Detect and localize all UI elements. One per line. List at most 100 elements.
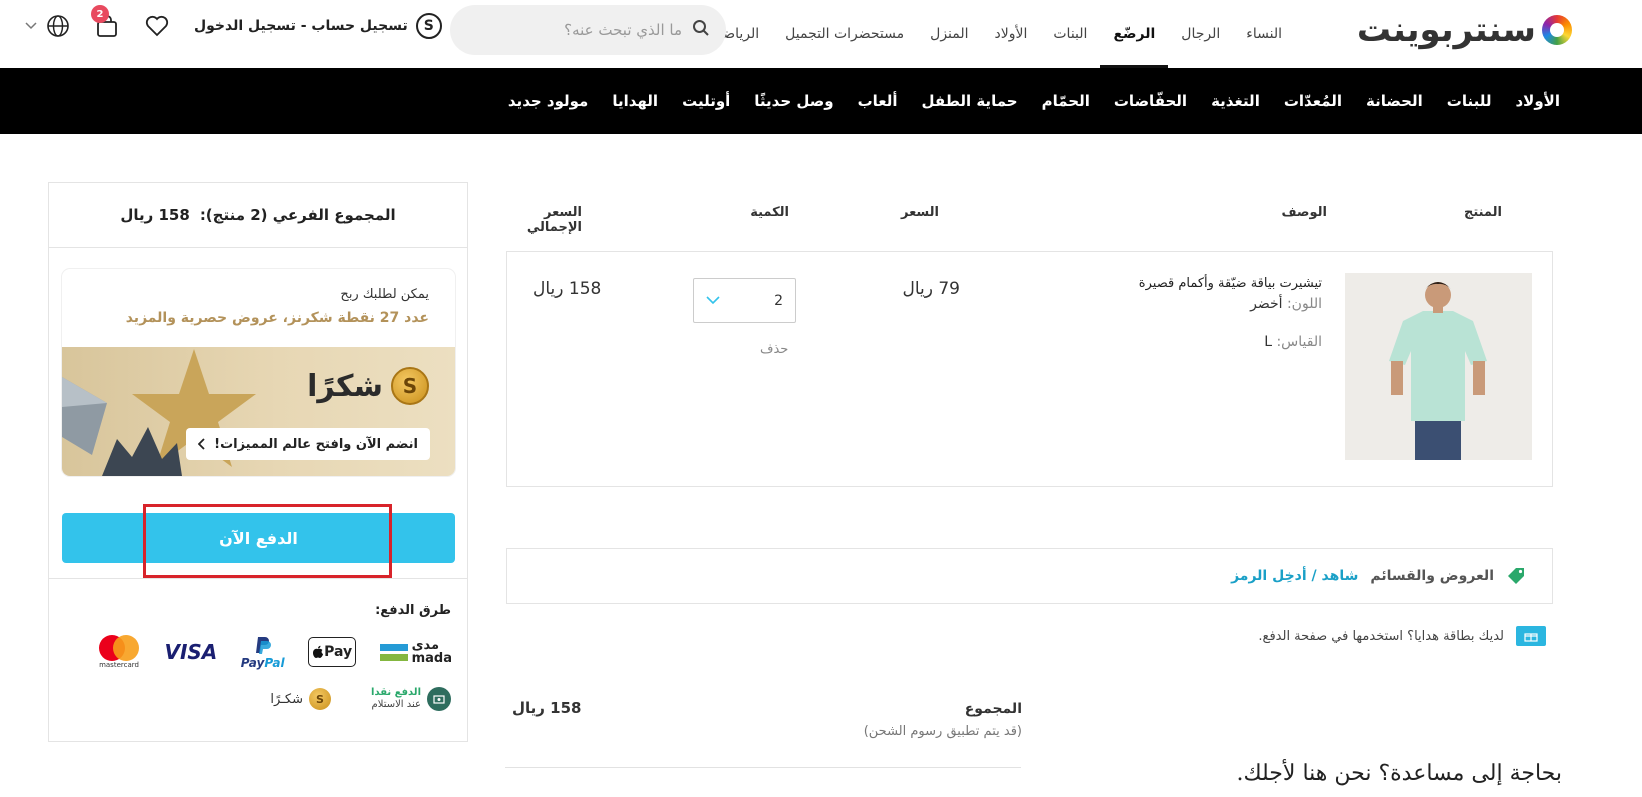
- total-label: المجموع: [964, 701, 1022, 717]
- language-button[interactable]: [44, 12, 72, 40]
- logo-text: سنتربوينت: [1356, 10, 1537, 50]
- product-color-label: اللون:: [1286, 296, 1322, 312]
- globe-icon: [47, 15, 69, 37]
- category-diapers[interactable]: الحفّاضات: [1102, 92, 1199, 110]
- shokran-logo: S شكرًا: [307, 367, 429, 405]
- order-summary-panel: المجموع الفرعي (2 منتج): 158 ريال يمكن ل…: [48, 182, 468, 742]
- dept-girls[interactable]: البنات: [1040, 0, 1100, 68]
- search-box: [450, 5, 726, 55]
- cart-item-row: تيشيرت بياقة ضيّقة وأكمام قصيرة اللون: أ…: [506, 251, 1553, 487]
- shokran-payment-text: شكـرًا: [270, 691, 304, 707]
- apple-pay-logo: Pay: [308, 637, 357, 667]
- product-photo: [1345, 273, 1532, 460]
- shokran-payment: S شكـرًا: [270, 688, 332, 710]
- column-product: المنتج: [1463, 205, 1502, 220]
- search-input[interactable]: [466, 21, 682, 39]
- chevron-left-icon: [198, 438, 205, 450]
- category-toys[interactable]: ألعاب: [846, 92, 910, 110]
- chevron-down-icon: [25, 22, 37, 30]
- mada-logo: مدى mada: [379, 639, 452, 666]
- payment-logos: mastercard VISA PayPal Pay مدى mada: [97, 635, 452, 669]
- heart-icon: [145, 15, 169, 37]
- gift-card-text: لديك بطاقة هدايا؟ استخدمها في صفحة الدفع…: [1258, 628, 1504, 644]
- promo-code-link[interactable]: شاهد / أدخِل الرمز: [1231, 568, 1358, 584]
- top-header: سنتربوينت النساء الرجال الرضّع البنات ال…: [0, 0, 1642, 68]
- column-price: السعر: [901, 205, 939, 220]
- quantity-value: 2: [774, 292, 783, 309]
- category-boys[interactable]: الأولاد: [1503, 92, 1572, 110]
- mastercard-text: mastercard: [99, 661, 139, 669]
- cart-table-header: المنتج الوصف السعر الكمية السعر الإجمالي: [492, 205, 1502, 235]
- category-girls[interactable]: للبنات: [1435, 92, 1504, 110]
- reward-intro: يمكن لطلبك ربح: [340, 287, 429, 302]
- gift-icon: [1516, 626, 1546, 646]
- product-size: القياس: L: [1264, 334, 1322, 350]
- total-value: 158 ريال: [512, 699, 582, 717]
- shokran-rewards-card: يمكن لطلبك ربح عدد 27 نقطة شكرنز، عروض ح…: [62, 269, 455, 476]
- dept-baby[interactable]: الرضّع: [1100, 0, 1169, 68]
- reward-points: عدد 27 نقطة شكرنز، عروض حصرية والمزيد: [125, 310, 429, 326]
- join-label: انضم الآن وافتح عالم المميزات!: [214, 436, 418, 452]
- dept-men[interactable]: الرجال: [1168, 0, 1233, 68]
- product-title[interactable]: تيشيرت بياقة ضيّقة وأكمام قصيرة: [1139, 276, 1322, 291]
- cart-count-badge: 2: [91, 5, 109, 23]
- dept-women[interactable]: النساء: [1233, 0, 1295, 68]
- quantity-select[interactable]: 2: [693, 278, 796, 323]
- cart-button[interactable]: 2: [91, 5, 121, 40]
- dept-beauty[interactable]: مستحضرات التجميل: [772, 0, 917, 68]
- category-feeding[interactable]: التغذية: [1199, 92, 1272, 110]
- product-color: اللون: أخضر: [1250, 296, 1322, 312]
- category-baby-safety[interactable]: حماية الطفل: [910, 92, 1030, 110]
- category-newborn[interactable]: مولود جديد: [496, 92, 600, 110]
- help-heading: بحاجة إلى مساعدة؟ نحن هنا لأجلك.: [1236, 761, 1562, 786]
- shokran-coin-icon: S: [415, 13, 442, 39]
- join-shokran-button[interactable]: انضم الآن وافتح عالم المميزات!: [186, 428, 430, 460]
- promo-row: العروض والقسائم شاهد / أدخِل الرمز: [506, 548, 1553, 604]
- category-bath[interactable]: الحمّام: [1030, 92, 1102, 110]
- dept-boys[interactable]: الأولاد: [982, 0, 1041, 68]
- mastercard-logo: mastercard: [97, 635, 141, 669]
- category-bar: الأولاد للبنات الحضانة المُعدّات التغذية…: [0, 68, 1642, 134]
- chevron-down-icon: [706, 296, 720, 305]
- shokran-coin-icon: S: [309, 688, 332, 710]
- category-outlet[interactable]: أوتليت: [670, 92, 742, 110]
- payment-methods-label: طرق الدفع:: [375, 603, 451, 618]
- product-image[interactable]: [1345, 273, 1532, 460]
- account-link[interactable]: S تسجيل حساب - تسجيل الدخول: [194, 12, 442, 40]
- total-divider: [505, 767, 1021, 768]
- remove-item-link[interactable]: حذف: [760, 342, 788, 357]
- category-new-arrivals[interactable]: وصل حديثًا: [742, 92, 845, 110]
- category-gifts[interactable]: الهدايا: [600, 92, 670, 110]
- search-icon[interactable]: [692, 19, 710, 41]
- promo-label: العروض والقسائم: [1370, 568, 1494, 584]
- product-size-label: القياس:: [1276, 334, 1322, 350]
- department-nav: النساء الرجال الرضّع البنات الأولاد المن…: [703, 0, 1295, 68]
- account-label: تسجيل حساب - تسجيل الدخول: [194, 18, 408, 34]
- shokran-coin-icon: S: [391, 367, 429, 405]
- extra-payment-methods: الدفع نقدا عند الاستلام S شكـرًا: [270, 687, 451, 711]
- wishlist-button[interactable]: [143, 12, 171, 40]
- subtotal-row: المجموع الفرعي (2 منتج): 158 ريال: [49, 183, 467, 248]
- tag-icon: [1508, 568, 1524, 584]
- line-total: 158 ريال: [533, 279, 602, 299]
- column-total: السعر الإجمالي: [526, 205, 582, 235]
- shokran-banner: S شكرًا انضم الآن وافتح عالم المميزات!: [62, 347, 455, 476]
- mada-text-en: mada: [411, 651, 452, 666]
- logo-mark-icon: [1542, 15, 1572, 45]
- category-nursery[interactable]: الحضانة: [1354, 92, 1435, 110]
- visa-logo: VISA: [164, 640, 218, 664]
- column-description: الوصف: [1281, 205, 1327, 220]
- cod-line1: الدفع نقدا: [371, 687, 421, 698]
- language-dropdown-toggle[interactable]: [24, 12, 38, 40]
- apple-icon: [313, 645, 324, 658]
- subtotal-label: المجموع الفرعي (2 منتج):: [199, 206, 396, 224]
- checkout-button[interactable]: الدفع الآن: [62, 513, 455, 563]
- column-quantity: الكمية: [750, 205, 789, 220]
- site-logo[interactable]: سنتربوينت: [1357, 8, 1572, 52]
- paypal-logo: PayPal: [241, 635, 285, 669]
- shokran-word: شكرًا: [307, 368, 383, 404]
- unit-price: 79 ريال: [902, 279, 960, 299]
- gift-card-note: لديك بطاقة هدايا؟ استخدمها في صفحة الدفع…: [1258, 626, 1546, 646]
- dept-home[interactable]: المنزل: [917, 0, 981, 68]
- category-gear[interactable]: المُعدّات: [1272, 92, 1354, 110]
